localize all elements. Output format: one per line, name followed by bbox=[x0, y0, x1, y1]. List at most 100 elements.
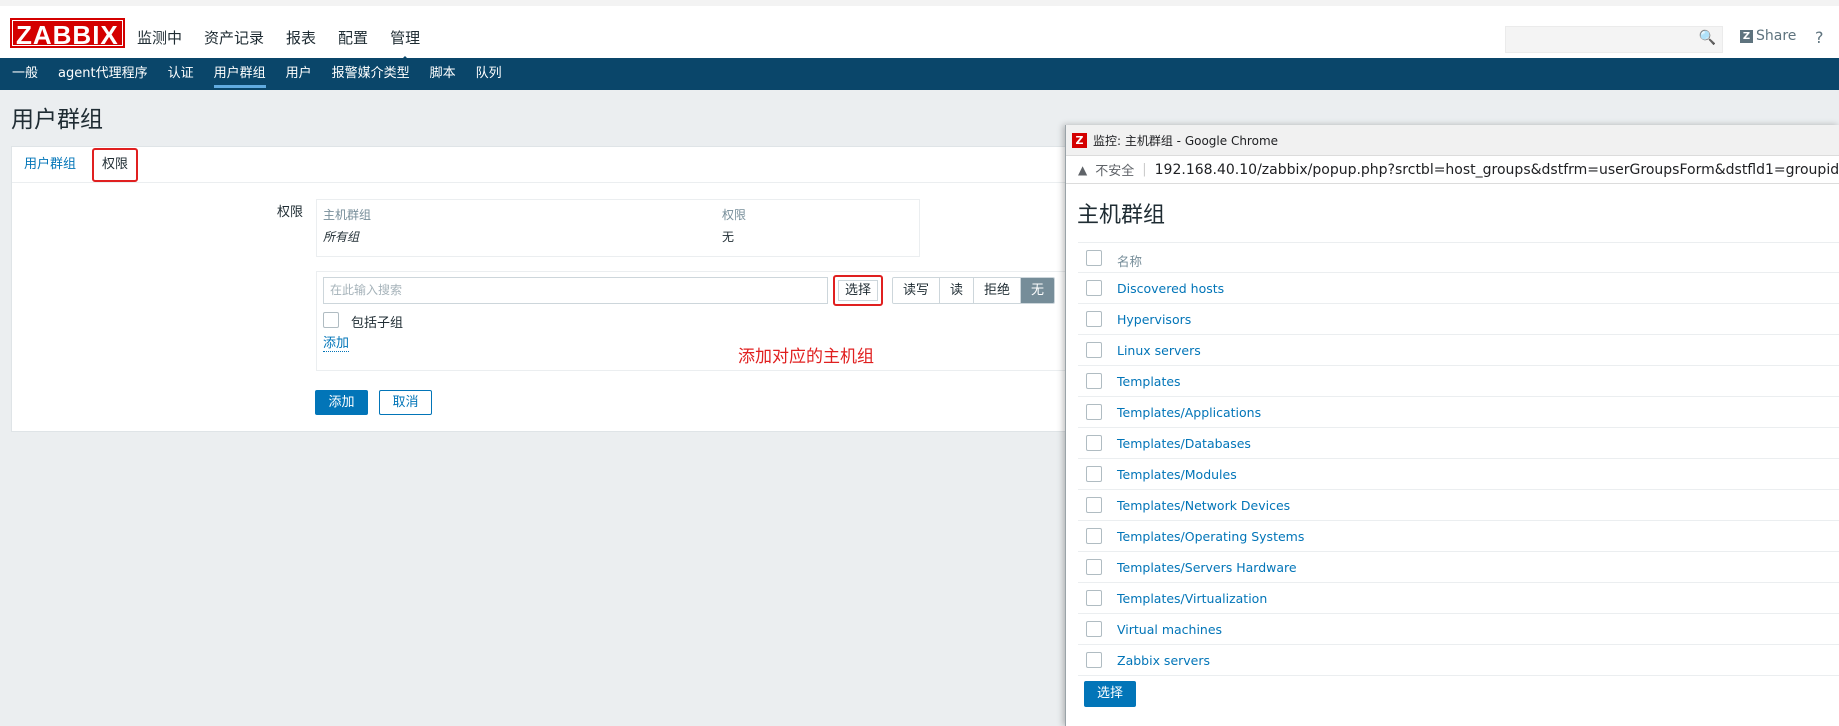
item-checkbox[interactable] bbox=[1086, 466, 1102, 482]
host-group-link[interactable]: Templates/Modules bbox=[1117, 467, 1237, 482]
popup-body: 主机群组 名称 Discovered hosts Hypervisors Linux… bbox=[1066, 185, 1839, 726]
tab-user-group[interactable]: 用户群组 bbox=[12, 147, 88, 182]
warning-icon: ▲ bbox=[1078, 162, 1088, 177]
list-item: Templates/Servers Hardware bbox=[1078, 552, 1839, 583]
add-permission-link[interactable]: 添加 bbox=[323, 337, 350, 352]
host-group-link[interactable]: Templates/Virtualization bbox=[1117, 591, 1267, 606]
item-checkbox[interactable] bbox=[1086, 497, 1102, 513]
url-divider: | bbox=[1142, 162, 1147, 177]
perm-deny[interactable]: 拒绝 bbox=[974, 278, 1022, 303]
host-group-search-input[interactable]: 在此输入搜索 bbox=[323, 277, 828, 304]
list-item: Discovered hosts bbox=[1078, 273, 1839, 304]
subnav-queue[interactable]: 队列 bbox=[466, 58, 512, 90]
subnav-user-groups[interactable]: 用户群组 bbox=[204, 58, 276, 90]
cancel-button[interactable]: 取消 bbox=[379, 390, 432, 415]
permissions-label: 权限 bbox=[277, 205, 304, 220]
item-checkbox[interactable] bbox=[1086, 652, 1102, 668]
annotation-text: 添加对应的主机组 bbox=[738, 347, 874, 367]
col-permission: 权限 bbox=[722, 208, 747, 222]
list-item: Templates/Databases bbox=[1078, 428, 1839, 459]
list-item: Templates/Applications bbox=[1078, 397, 1839, 428]
share-link[interactable]: Z Share bbox=[1740, 28, 1796, 44]
subnav-authentication[interactable]: 认证 bbox=[158, 58, 204, 90]
select-button-label: 选择 bbox=[838, 280, 878, 301]
perm-none[interactable]: 无 bbox=[1021, 278, 1055, 303]
host-group-link[interactable]: Templates bbox=[1117, 374, 1181, 389]
list-item: Templates/Modules bbox=[1078, 459, 1839, 490]
popup-window-title: 监控: 主机群组 - Google Chrome bbox=[1093, 133, 1279, 148]
nav-monitoring[interactable]: 监测中 bbox=[126, 12, 193, 64]
popup-url[interactable]: 192.168.40.10/zabbix/popup.php?srctbl=ho… bbox=[1155, 162, 1839, 178]
list-item: Zabbix servers bbox=[1078, 645, 1839, 676]
zabbix-share-icon: Z bbox=[1740, 29, 1753, 43]
list-item: Linux servers bbox=[1078, 335, 1839, 366]
subnav-proxies[interactable]: agent代理程序 bbox=[48, 58, 158, 90]
item-checkbox[interactable] bbox=[1086, 559, 1102, 575]
select-all-checkbox[interactable] bbox=[1086, 250, 1102, 266]
item-checkbox[interactable] bbox=[1086, 590, 1102, 606]
subnav-media-types[interactable]: 报警媒介类型 bbox=[322, 58, 420, 90]
user-group-form: 用户群组 权限 权限 主机群组 权限 所有组 无 在此输入搜索 选择 读写 读 … bbox=[11, 146, 1077, 432]
item-checkbox[interactable] bbox=[1086, 435, 1102, 451]
row-permission-value: 无 bbox=[722, 230, 735, 244]
search-icon[interactable]: 🔍 bbox=[1699, 30, 1716, 46]
host-group-link[interactable]: Templates/Servers Hardware bbox=[1117, 560, 1297, 575]
host-group-link[interactable]: Templates/Network Devices bbox=[1117, 498, 1290, 513]
item-checkbox[interactable] bbox=[1086, 342, 1102, 358]
item-checkbox[interactable] bbox=[1086, 373, 1102, 389]
zabbix-favicon-icon: Z bbox=[1072, 132, 1087, 148]
host-group-link[interactable]: Templates/Applications bbox=[1117, 405, 1261, 420]
item-checkbox[interactable] bbox=[1086, 280, 1102, 296]
host-group-link[interactable]: Linux servers bbox=[1117, 343, 1201, 358]
item-checkbox[interactable] bbox=[1086, 621, 1102, 637]
host-group-link[interactable]: Templates/Operating Systems bbox=[1117, 529, 1304, 544]
page-title: 用户群组 bbox=[11, 107, 103, 133]
popup-heading: 主机群组 bbox=[1077, 203, 1166, 228]
select-button[interactable]: 选择 bbox=[833, 275, 883, 306]
host-group-popup-window: Z 监控: 主机群组 - Google Chrome ▲ 不安全 | 192.1… bbox=[1065, 125, 1839, 726]
host-group-link[interactable]: Hypervisors bbox=[1117, 312, 1191, 327]
subnav-users[interactable]: 用户 bbox=[276, 58, 322, 90]
list-item: Templates/Operating Systems bbox=[1078, 521, 1839, 552]
insecure-label: 不安全 bbox=[1095, 164, 1135, 179]
popup-select-button[interactable]: 选择 bbox=[1084, 681, 1136, 707]
zabbix-logo[interactable]: ZABBIX bbox=[10, 18, 125, 50]
form-tabs: 用户群组 权限 bbox=[12, 147, 1076, 183]
tab-permissions[interactable]: 权限 bbox=[92, 148, 139, 182]
list-item: Templates/Network Devices bbox=[1078, 490, 1839, 521]
permissions-table: 主机群组 权限 所有组 无 bbox=[316, 199, 920, 257]
add-permission-block: 在此输入搜索 选择 读写 读 拒绝 无 包括子组 添加 bbox=[316, 271, 1076, 371]
list-item: Hypervisors bbox=[1078, 304, 1839, 335]
host-group-link[interactable]: Discovered hosts bbox=[1117, 281, 1224, 296]
item-checkbox[interactable] bbox=[1086, 528, 1102, 544]
permission-selector: 读写 读 拒绝 无 bbox=[892, 277, 1056, 304]
list-item: Virtual machines bbox=[1078, 614, 1839, 645]
host-group-link[interactable]: Virtual machines bbox=[1117, 622, 1222, 637]
include-subgroups-checkbox[interactable] bbox=[323, 312, 339, 328]
subnav-scripts[interactable]: 脚本 bbox=[420, 58, 466, 90]
host-group-link[interactable]: Zabbix servers bbox=[1117, 653, 1210, 668]
main-nav: 监测中 资产记录 报表 配置 管理 bbox=[126, 12, 431, 64]
nav-inventory[interactable]: 资产记录 bbox=[193, 12, 275, 64]
share-label: Share bbox=[1756, 28, 1797, 44]
perm-read[interactable]: 读 bbox=[940, 278, 975, 303]
help-icon[interactable]: ? bbox=[1815, 28, 1824, 47]
add-button[interactable]: 添加 bbox=[315, 390, 368, 415]
item-checkbox[interactable] bbox=[1086, 404, 1102, 420]
nav-reports[interactable]: 报表 bbox=[275, 12, 327, 64]
top-header: ZABBIX 监测中 资产记录 报表 配置 管理 🔍 Z Share ? bbox=[0, 0, 1839, 64]
host-group-list: 名称 Discovered hosts Hypervisors Linux serv… bbox=[1078, 242, 1839, 676]
nav-administration[interactable]: 管理 bbox=[379, 12, 431, 64]
item-checkbox[interactable] bbox=[1086, 311, 1102, 327]
nav-configuration[interactable]: 配置 bbox=[327, 12, 379, 64]
popup-titlebar: Z 监控: 主机群组 - Google Chrome bbox=[1066, 125, 1839, 156]
col-host-group: 主机群组 bbox=[323, 208, 372, 222]
list-header: 名称 bbox=[1078, 243, 1839, 273]
popup-address-bar[interactable]: ▲ 不安全 | 192.168.40.10/zabbix/popup.php?s… bbox=[1066, 156, 1839, 184]
perm-read-write[interactable]: 读写 bbox=[893, 278, 941, 303]
subnav-general[interactable]: 一般 bbox=[2, 58, 48, 90]
host-group-link[interactable]: Templates/Databases bbox=[1117, 436, 1251, 451]
include-subgroups-label: 包括子组 bbox=[351, 316, 404, 331]
global-search-input[interactable]: 🔍 bbox=[1505, 26, 1723, 53]
row-group-name: 所有组 bbox=[323, 230, 360, 244]
